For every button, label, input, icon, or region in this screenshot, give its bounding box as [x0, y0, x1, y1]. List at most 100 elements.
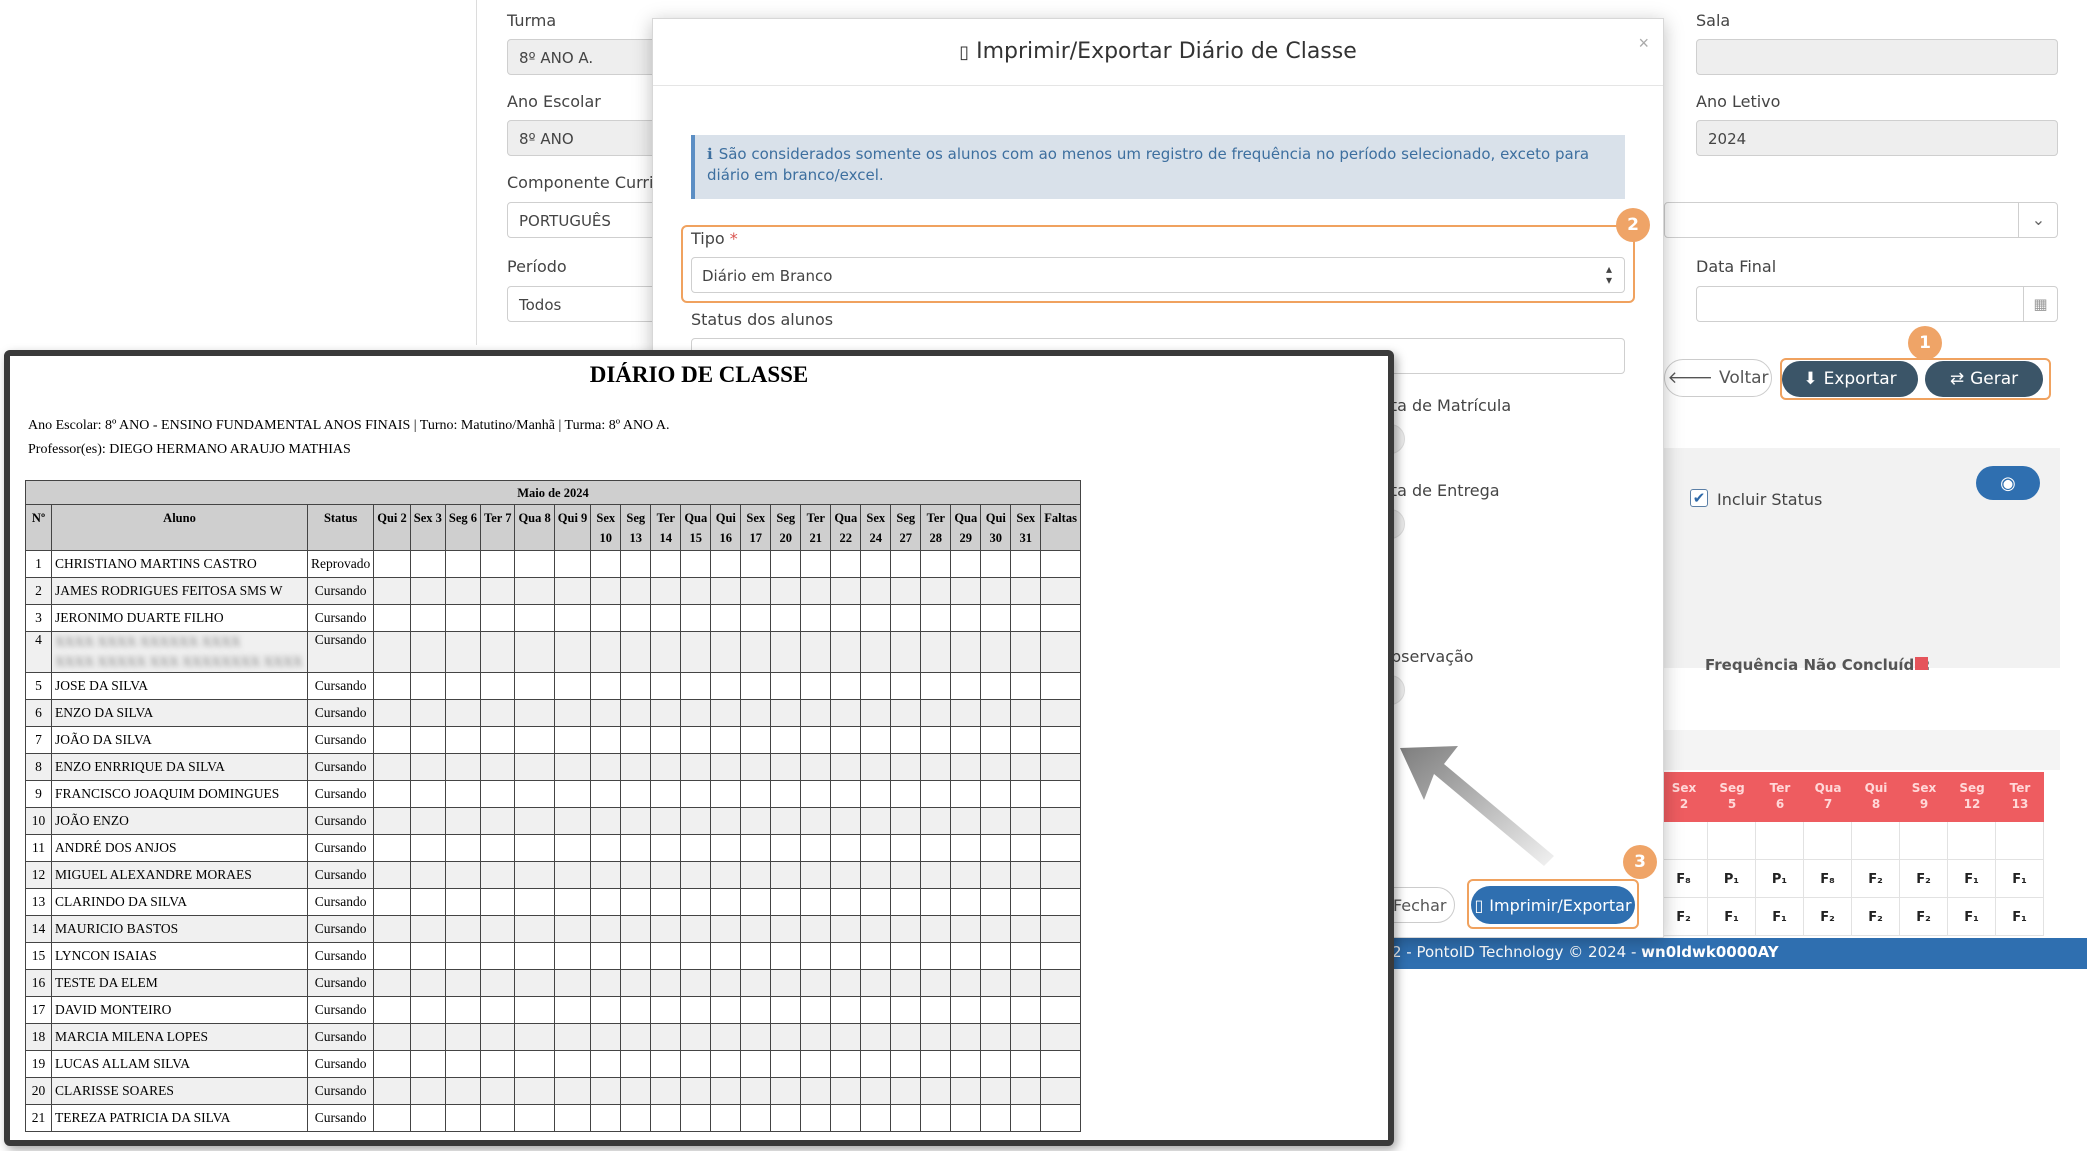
- attendance-cell: [409, 672, 446, 700]
- sala-field[interactable]: [1696, 39, 2058, 75]
- data-final-field[interactable]: [1696, 286, 2058, 322]
- student-status: Cursando: [306, 631, 375, 673]
- attendance-cell: [980, 1104, 1012, 1132]
- attendance-cell: [409, 631, 446, 673]
- attendance-cell: [950, 577, 982, 605]
- attendance-cell: [710, 834, 742, 862]
- attendance-cell: [770, 577, 802, 605]
- attendance-cell: [770, 550, 802, 578]
- attendance-cell: [480, 1104, 516, 1132]
- attendance-cell: [650, 861, 682, 889]
- attendance-cell: [590, 834, 622, 862]
- attendance-cell: [890, 699, 922, 727]
- attendance-cell: [950, 996, 982, 1024]
- voltar-button[interactable]: 🡐 Voltar: [1664, 359, 1772, 397]
- attendance-cell: [680, 888, 712, 916]
- componente-select-right[interactable]: [1664, 202, 2058, 238]
- student-status: Cursando: [306, 1104, 375, 1132]
- attendance-head: Sex 9: [1900, 772, 1948, 822]
- table-row: 2 JAMES RODRIGUES FEITOSA SMS W Cursando: [25, 577, 1081, 605]
- attendance-cell: [680, 726, 712, 754]
- attendance-column: Ter 6 P₁ F₁: [1756, 772, 1804, 936]
- faltas-cell: [1040, 888, 1081, 916]
- table-row: 12 MIGUEL ALEXANDRE MORAES Cursando: [25, 861, 1081, 889]
- attendance-cell: [1010, 969, 1042, 997]
- attendance-cell: [650, 726, 682, 754]
- attendance-cell: [409, 1050, 446, 1078]
- attendance-cell: [680, 699, 712, 727]
- student-name: XXXX XXXX XXXXXX XXXX XXXX XXXXX XXX XXXX…: [51, 631, 308, 673]
- periodo-select[interactable]: Todos: [507, 286, 667, 322]
- table-row: 7 JOÃO DA SILVA Cursando: [25, 726, 1081, 754]
- attendance-cell: [920, 672, 952, 700]
- attendance-cell: F₈: [1660, 860, 1708, 898]
- attendance-cell: [514, 1050, 555, 1078]
- attendance-cell: [710, 861, 742, 889]
- attendance-cell: [740, 550, 772, 578]
- attendance-cell: [680, 550, 712, 578]
- clock-button[interactable]: ◉: [1976, 466, 2040, 500]
- attendance-cell: [710, 1077, 742, 1105]
- attendance-cell: [680, 834, 712, 862]
- attendance-cell: [650, 915, 682, 943]
- attendance-cell: [373, 915, 411, 943]
- attendance-cell: [980, 1023, 1012, 1051]
- attendance-cell: [740, 834, 772, 862]
- attendance-cell: [373, 807, 411, 835]
- ano-letivo-field[interactable]: 2024: [1696, 120, 2058, 156]
- incluir-status-checkbox[interactable]: ✔: [1690, 489, 1708, 507]
- student-name: TEREZA PATRICIA DA SILVA: [51, 1104, 308, 1132]
- turma-field[interactable]: 8º ANO A.: [507, 39, 667, 75]
- attendance-cell: [553, 699, 592, 727]
- attendance-cell: [800, 996, 832, 1024]
- attendance-cell: [920, 577, 952, 605]
- attendance-cell: [860, 699, 892, 727]
- attendance-cell: [480, 915, 516, 943]
- attendance-cell: [710, 1023, 742, 1051]
- attendance-cell: [1010, 807, 1042, 835]
- attendance-cell: [950, 631, 982, 673]
- imprimir-exportar-button[interactable]: ▯ Imprimir/Exportar: [1471, 886, 1635, 924]
- student-name: ENZO DA SILVA: [51, 699, 308, 727]
- attendance-cell: [373, 1023, 411, 1051]
- attendance-cell: [514, 753, 555, 781]
- attendance-cell: [830, 699, 862, 727]
- attendance-cell: [950, 969, 982, 997]
- attendance-cell: [444, 550, 482, 578]
- student-name: DAVID MONTEIRO: [51, 996, 308, 1024]
- componente-select[interactable]: PORTUGUÊS: [507, 202, 667, 238]
- attendance-cell: [740, 631, 772, 673]
- attendance-cell: [1708, 822, 1756, 860]
- close-icon[interactable]: ×: [1638, 33, 1649, 54]
- calendar-icon[interactable]: ▦: [2023, 286, 2057, 322]
- exportar-button[interactable]: ⬇ Exportar: [1782, 361, 1918, 397]
- tipo-select[interactable]: Diário em Branco ▴ ▾: [691, 257, 1625, 293]
- student-name: TESTE DA ELEM: [51, 969, 308, 997]
- attendance-cell: [590, 631, 622, 673]
- attendance-cell: [373, 699, 411, 727]
- row-number: 6: [25, 699, 52, 727]
- attendance-cell: [740, 888, 772, 916]
- attendance-cell: [890, 942, 922, 970]
- attendance-cell: [590, 996, 622, 1024]
- day-header: Seg 13: [620, 504, 652, 551]
- attendance-cell: [1010, 915, 1042, 943]
- diary-info-line: Ano Escolar: 8º ANO - ENSINO FUNDAMENTAL…: [28, 418, 670, 433]
- attendance-cell: [480, 1023, 516, 1051]
- sala-label: Sala: [1696, 11, 1731, 30]
- faltas-cell: [1040, 726, 1081, 754]
- attendance-cell: [740, 726, 772, 754]
- faltas-cell: [1040, 577, 1081, 605]
- attendance-cell: [409, 1077, 446, 1105]
- student-name: JOÃO ENZO: [51, 807, 308, 835]
- student-status: Cursando: [306, 888, 375, 916]
- gerar-button[interactable]: ⇄ Gerar: [1925, 361, 2043, 397]
- attendance-cell: [514, 807, 555, 835]
- attendance-cell: [680, 996, 712, 1024]
- day-header: Sex 3: [409, 504, 446, 551]
- attendance-cell: [650, 969, 682, 997]
- attendance-cell: [770, 1104, 802, 1132]
- ano-escolar-field[interactable]: 8º ANO: [507, 120, 667, 156]
- chevron-down-icon[interactable]: ⌄: [2018, 202, 2058, 238]
- attendance-cell: [553, 550, 592, 578]
